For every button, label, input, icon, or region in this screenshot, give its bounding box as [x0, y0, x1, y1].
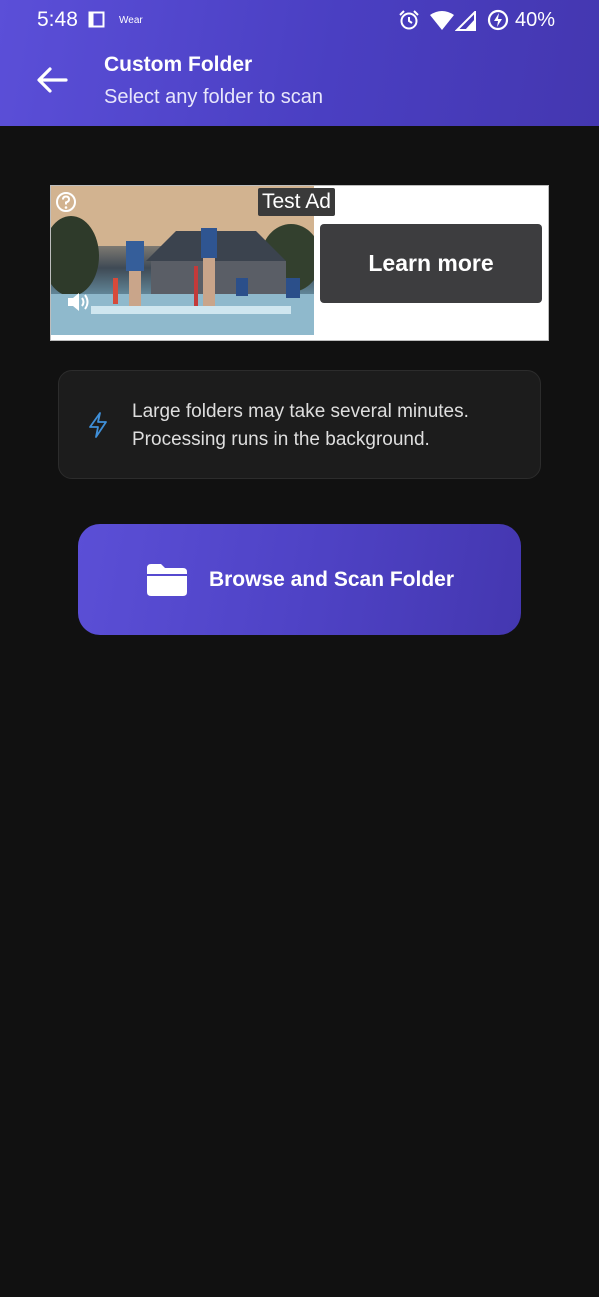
cell-signal-icon: [455, 11, 476, 31]
alarm-icon: [399, 10, 419, 30]
back-button[interactable]: [30, 58, 74, 102]
page-title: Custom Folder: [104, 53, 253, 76]
wear-notification-label: Wear: [119, 15, 143, 26]
volume-icon[interactable]: [66, 290, 92, 314]
browse-and-scan-folder-button[interactable]: Browse and Scan Folder: [78, 524, 521, 635]
info-line-2: Processing runs in the background.: [132, 429, 430, 450]
status-bar: 5:48 Wear 40%: [0, 0, 599, 42]
status-time: 5:48: [37, 8, 78, 31]
info-message: Large folders may take several minutes. …: [132, 398, 469, 454]
info-line-1: Large folders may take several minutes.: [132, 401, 469, 422]
wifi-icon: [430, 11, 454, 30]
screenshot-notification-icon: [88, 11, 105, 28]
back-arrow-icon: [37, 67, 68, 93]
page-subtitle: Select any folder to scan: [104, 86, 324, 108]
folder-icon: [146, 563, 187, 596]
battery-saver-icon: [487, 9, 509, 31]
battery-percent: 40%: [515, 9, 556, 31]
scan-button-label: Browse and Scan Folder: [208, 567, 455, 591]
info-card: Large folders may take several minutes. …: [58, 370, 541, 479]
app-header: 5:48 Wear 40% Custom Folder Select any f…: [0, 0, 599, 126]
test-ad-badge: Test Ad: [258, 188, 335, 216]
ad-help-icon[interactable]: [55, 191, 77, 213]
lightning-bolt-icon: [89, 412, 107, 438]
ad-banner[interactable]: Test Ad Learn more: [50, 185, 549, 341]
learn-more-button[interactable]: Learn more: [320, 224, 542, 303]
